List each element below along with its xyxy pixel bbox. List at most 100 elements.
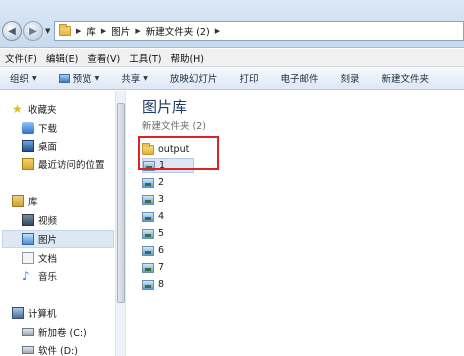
forward-arrow-icon: ▶ [29,25,37,37]
nav-computer[interactable]: 计算机 [12,306,57,320]
drive-icon [22,328,34,336]
file-item[interactable]: 7 [142,260,164,275]
breadcrumb-current-folder[interactable]: 新建文件夹 (2) [146,24,210,38]
back-arrow-icon: ◀ [8,25,16,37]
image-file-icon [142,228,154,239]
video-icon [22,214,34,226]
preview-button[interactable]: 预览 ▼ [58,71,100,85]
title-address-area: ◀ ▶ ▼ ▶ 库 ▶ 图片 ▶ 新建文件夹 (2) ▶ [0,0,464,48]
email-label: 电子邮件 [280,74,319,85]
email-button[interactable]: 电子邮件 [280,71,318,85]
command-toolbar: 组织 ▼ 预览 ▼ 共享 ▼ 放映幻灯片 打印 电子邮件 刻录 新建文件夹 [0,67,464,90]
music-icon: ♪ [22,269,30,283]
file-item[interactable]: 8 [142,277,164,292]
nav-desktop[interactable]: 桌面 [22,139,57,153]
image-file-icon [142,177,154,188]
library-icon [12,195,24,207]
file-item[interactable]: 5 [142,226,164,241]
forward-button[interactable]: ▶ [23,21,43,41]
breadcrumb-pictures[interactable]: 图片 [111,24,130,38]
document-icon [22,252,34,264]
file-name: 5 [158,228,165,239]
image-file-icon [142,211,154,222]
file-list-pane: 图片库 新建文件夹 (2) output 1 2 3 4 5 6 7 8 [126,91,464,356]
back-button[interactable]: ◀ [2,21,22,41]
burn-button[interactable]: 刻录 [340,71,359,85]
pictures-icon [22,233,34,245]
file-name: 6 [158,245,165,256]
file-name: 4 [158,211,165,222]
file-item[interactable]: 3 [142,192,164,207]
file-name: 8 [158,279,165,290]
image-file-icon [142,262,154,273]
file-item[interactable]: 6 [142,243,164,258]
chevron-right-icon[interactable]: ▶ [135,27,140,35]
library-subtitle: 新建文件夹 (2) [142,121,206,132]
file-item[interactable]: 2 [142,175,164,190]
menu-help[interactable]: 帮助(H) [170,51,204,65]
nav-desktop-label: 桌面 [38,142,58,153]
share-button[interactable]: 共享 ▼ [121,71,148,85]
print-label: 打印 [239,74,259,85]
new-folder-button[interactable]: 新建文件夹 [381,71,429,85]
slideshow-button[interactable]: 放映幻灯片 [170,71,218,85]
burn-label: 刻录 [340,74,360,85]
preview-icon [58,73,70,83]
new-folder-label: 新建文件夹 [381,74,429,85]
chevron-right-icon[interactable]: ▶ [215,27,220,35]
chevron-down-icon: ▼ [94,74,100,82]
image-file-icon [142,279,154,290]
nav-drive-d-label: 软件 (D:) [38,346,78,356]
file-name: 3 [158,194,165,205]
nav-recent-label: 最近访问的位置 [38,160,105,171]
file-name: 7 [158,262,165,273]
organize-button[interactable]: 组织 ▼ [10,71,37,85]
library-title: 图片库 [142,98,188,116]
nav-libraries[interactable]: 库 [12,194,38,208]
address-bar[interactable]: ▶ 库 ▶ 图片 ▶ 新建文件夹 (2) ▶ [54,21,464,41]
nav-drive-d[interactable]: 软件 (D:) [22,343,78,356]
preview-label: 预览 [72,74,92,85]
star-icon: ★ [12,102,23,116]
nav-pictures[interactable]: 图片 [2,230,114,248]
menu-file[interactable]: 文件(F) [5,51,37,65]
breadcrumb-library[interactable]: 库 [86,24,96,38]
nav-favorites-label: 收藏夹 [28,105,57,116]
chevron-right-icon[interactable]: ▶ [101,27,106,35]
nav-videos-label: 视频 [38,216,58,227]
nav-scrollbar[interactable] [115,91,125,356]
slideshow-label: 放映幻灯片 [169,74,218,85]
chevron-down-icon: ▼ [143,74,148,82]
desktop-icon [22,140,34,152]
nav-music-label: 音乐 [38,272,58,283]
menu-view[interactable]: 查看(V) [87,51,120,65]
nav-music[interactable]: ♪ 音乐 [22,269,57,283]
print-button[interactable]: 打印 [239,71,258,85]
nav-documents-label: 文档 [38,254,58,265]
image-file-icon [142,245,154,256]
navigation-pane: ★ 收藏夹 下载 桌面 最近访问的位置 库 视频 图片 文档 ♪ 音乐 计算机 … [0,91,126,356]
download-icon [22,122,34,134]
menu-tools[interactable]: 工具(T) [129,51,161,65]
nav-recent[interactable]: 最近访问的位置 [22,157,105,171]
menu-bar: 文件(F) 编辑(E) 查看(V) 工具(T) 帮助(H) [0,49,464,67]
recent-pages-dropdown[interactable]: ▼ [45,27,50,35]
nav-videos[interactable]: 视频 [22,213,57,227]
chevron-right-icon[interactable]: ▶ [76,27,81,35]
nav-drive-c[interactable]: 新加卷 (C:) [22,325,87,339]
scrollbar-thumb[interactable] [117,103,125,303]
nav-pictures-label: 图片 [38,235,58,246]
chevron-down-icon: ▼ [32,74,37,82]
nav-downloads[interactable]: 下载 [22,121,57,135]
recent-places-icon [22,158,34,170]
drive-icon [22,346,34,354]
highlight-annotation-box [138,136,219,170]
menu-edit[interactable]: 编辑(E) [46,51,78,65]
computer-icon [12,307,24,319]
nav-favorites[interactable]: ★ 收藏夹 [12,102,57,116]
nav-documents[interactable]: 文档 [22,251,57,265]
nav-drive-c-label: 新加卷 (C:) [38,328,87,339]
folder-icon [59,24,71,36]
share-label: 共享 [121,74,141,85]
file-item[interactable]: 4 [142,209,164,224]
